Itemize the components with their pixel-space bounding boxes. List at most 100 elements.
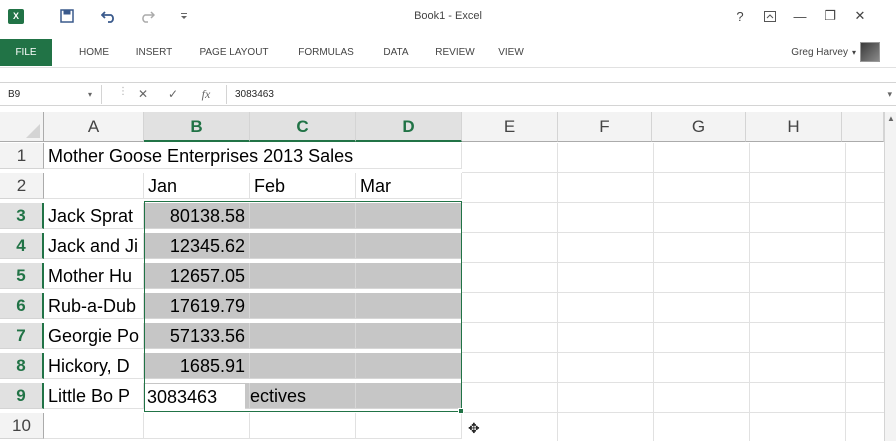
row-header-2[interactable]: 2: [0, 173, 44, 199]
cell-a9[interactable]: Little Bo P: [44, 383, 144, 409]
column-header-g[interactable]: G: [652, 112, 746, 142]
tab-review[interactable]: REVIEW: [430, 42, 480, 64]
scroll-up-icon[interactable]: ▲: [887, 114, 895, 123]
cell-a8[interactable]: Hickory, D: [44, 353, 144, 379]
tab-file[interactable]: FILE: [0, 39, 52, 66]
cell-c3[interactable]: [250, 203, 356, 229]
cancel-entry-button[interactable]: ✕: [134, 85, 152, 104]
cell-b5[interactable]: 12657.05: [144, 263, 250, 289]
row-header-7[interactable]: 7: [0, 323, 44, 349]
column-header-h[interactable]: H: [746, 112, 842, 142]
name-box-value: B9: [8, 89, 21, 100]
undo-button[interactable]: [98, 4, 120, 28]
cell-c5[interactable]: [250, 263, 356, 289]
cell-d2[interactable]: Mar: [356, 173, 462, 199]
formula-bar: B9 ▾ ⋮ ✕ ✓ fx 3083463 ▾: [0, 82, 896, 106]
cell-b7[interactable]: 57133.56: [144, 323, 250, 349]
cell-a1[interactable]: Mother Goose Enterprises 2013 Sales: [44, 143, 464, 169]
user-caret-icon: ▾: [851, 47, 856, 57]
cell-d6[interactable]: [356, 293, 462, 319]
row-header-9[interactable]: 9: [0, 383, 44, 409]
cell-b10[interactable]: [144, 413, 250, 439]
cell-b8[interactable]: 1685.91: [144, 353, 250, 379]
cell-a4[interactable]: Jack and Ji: [44, 233, 144, 259]
tab-insert[interactable]: INSERT: [130, 42, 178, 64]
row-header-3[interactable]: 3: [0, 203, 44, 229]
cell-b2[interactable]: Jan: [144, 173, 250, 199]
row-header-4[interactable]: 4: [0, 233, 44, 259]
select-all-button[interactable]: [0, 112, 44, 142]
cell-a6[interactable]: Rub-a-Dub: [44, 293, 144, 319]
save-button[interactable]: [56, 4, 78, 28]
cell-c7[interactable]: [250, 323, 356, 349]
cell-a5[interactable]: Mother Hu: [44, 263, 144, 289]
cell-c9-overflow-text: ectives: [250, 386, 307, 406]
column-header-b[interactable]: B: [144, 112, 250, 142]
name-box[interactable]: B9 ▾: [2, 85, 102, 104]
select-all-triangle-icon: [26, 124, 40, 138]
cell-b6[interactable]: 17619.79: [144, 293, 250, 319]
column-header-i[interactable]: [842, 112, 884, 142]
cell-a10[interactable]: [44, 413, 144, 439]
tab-view[interactable]: VIEW: [494, 42, 528, 64]
row-header-5[interactable]: 5: [0, 263, 44, 289]
column-header-d[interactable]: D: [356, 112, 462, 142]
fill-handle[interactable]: [458, 408, 464, 414]
expand-formula-bar-icon[interactable]: ▾: [887, 85, 892, 104]
cell-c2[interactable]: Feb: [250, 173, 356, 199]
minimize-button[interactable]: —: [786, 4, 814, 28]
undo-icon: [101, 11, 114, 23]
cell-c8[interactable]: [250, 353, 356, 379]
cell-b3[interactable]: 80138.58: [144, 203, 250, 229]
row-header-6[interactable]: 6: [0, 293, 44, 319]
column-header-e[interactable]: E: [462, 112, 558, 142]
row-header-8[interactable]: 8: [0, 353, 44, 379]
tab-data[interactable]: DATA: [376, 42, 416, 64]
cell-d8[interactable]: [356, 353, 462, 379]
cell-d5[interactable]: [356, 263, 462, 289]
cell-d7[interactable]: [356, 323, 462, 349]
ribbon-display-icon: [764, 10, 776, 22]
formula-bar-grip-icon: ⋮: [118, 86, 128, 97]
account-menu[interactable]: Greg Harvey ▾: [791, 41, 880, 63]
cell-b4[interactable]: 12345.62: [144, 233, 250, 259]
excel-app-icon[interactable]: X: [6, 4, 26, 28]
ribbon-tabs: FILE HOME INSERT PAGE LAYOUT FORMULAS DA…: [0, 38, 896, 68]
worksheet-grid[interactable]: A B C D E F G H 1 2 3 4 5 6 7 8 9 10 Mot…: [0, 112, 896, 441]
cell-a3[interactable]: Jack Sprat: [44, 203, 144, 229]
help-button[interactable]: ?: [726, 4, 754, 28]
tab-formulas[interactable]: FORMULAS: [290, 42, 362, 64]
cell-c4[interactable]: [250, 233, 356, 259]
column-header-f[interactable]: F: [558, 112, 652, 142]
formula-input[interactable]: 3083463: [226, 85, 876, 104]
tab-home[interactable]: HOME: [72, 42, 116, 64]
row-header-10[interactable]: 10: [0, 413, 44, 439]
redo-icon: [142, 11, 155, 23]
cell-a7[interactable]: Georgie Po: [44, 323, 144, 349]
empty-cells-area[interactable]: [462, 143, 884, 441]
close-button[interactable]: ✕: [846, 4, 874, 28]
cell-c10[interactable]: [250, 413, 356, 439]
cell-d4[interactable]: [356, 233, 462, 259]
enter-entry-button[interactable]: ✓: [164, 85, 182, 104]
user-name: Greg Harvey: [791, 46, 848, 58]
avatar: [860, 42, 880, 62]
cell-d10[interactable]: [356, 413, 462, 439]
row-header-1[interactable]: 1: [0, 143, 44, 169]
column-header-a[interactable]: A: [44, 112, 144, 142]
cell-d3[interactable]: [356, 203, 462, 229]
vertical-scrollbar[interactable]: ▲: [884, 112, 896, 441]
ribbon-display-options-button[interactable]: [756, 4, 784, 28]
insert-function-button[interactable]: fx: [196, 85, 216, 104]
tab-page-layout[interactable]: PAGE LAYOUT: [196, 42, 272, 64]
cell-b9-editor[interactable]: 3083463: [145, 384, 245, 409]
redo-button[interactable]: [136, 4, 158, 28]
cell-a2[interactable]: [44, 173, 144, 199]
customize-caret-icon: [181, 13, 187, 19]
customize-quick-access-icon[interactable]: [176, 4, 192, 28]
restore-button[interactable]: ❐: [816, 4, 844, 28]
mouse-pointer-cross-icon: ✥: [468, 420, 480, 436]
column-header-c[interactable]: C: [250, 112, 356, 142]
cell-d9[interactable]: [356, 383, 462, 409]
cell-c6[interactable]: [250, 293, 356, 319]
